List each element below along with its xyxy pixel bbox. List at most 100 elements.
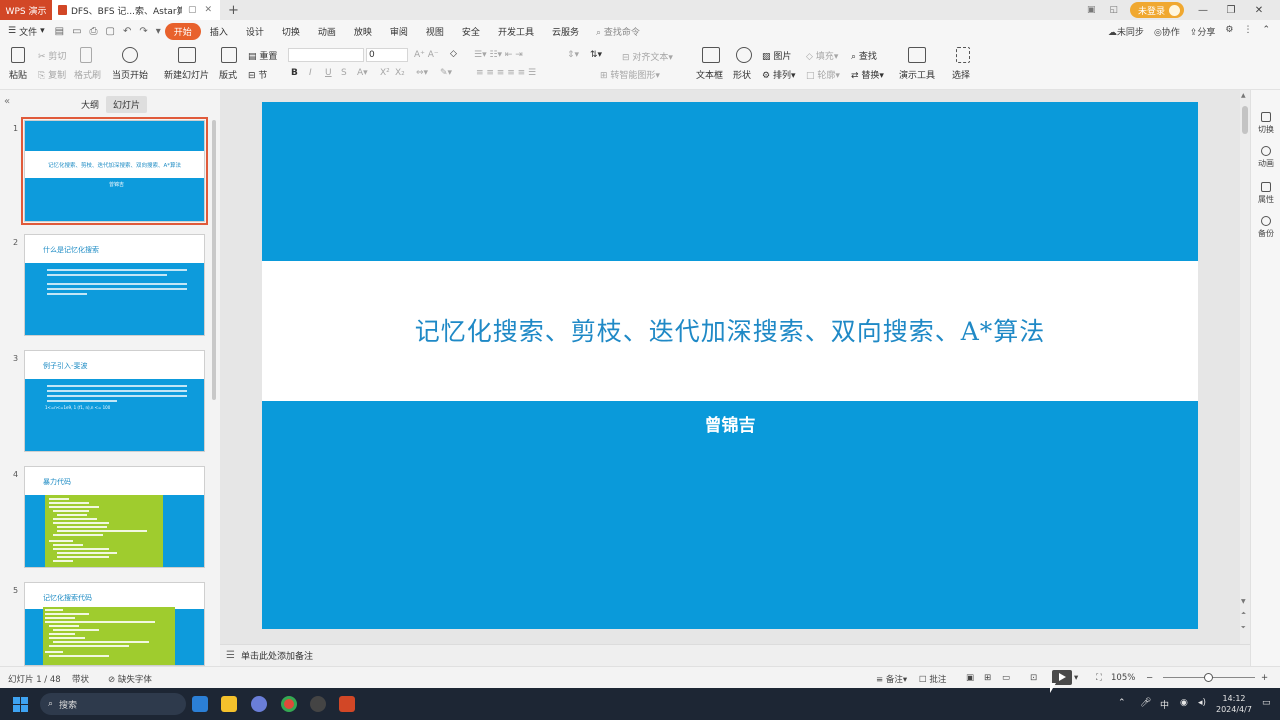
scroll-down-icon[interactable]: ▼ bbox=[1241, 598, 1246, 605]
reset-button[interactable]: ▤ 重置 bbox=[248, 49, 277, 62]
color-app-icon[interactable] bbox=[251, 696, 267, 712]
next-slide-icon[interactable]: ⏷ bbox=[1241, 624, 1246, 632]
text-direction-icon[interactable]: ⇅▾ bbox=[590, 50, 602, 60]
grow-font-icon[interactable]: A⁺ A⁻ bbox=[414, 50, 439, 60]
network-icon[interactable]: ◉ bbox=[1180, 698, 1188, 708]
to-smartart-button[interactable]: ⊞ 转智能图形▾ bbox=[600, 68, 660, 81]
align-buttons-icon[interactable]: ≡ ≡ ≡ ≡ ≡ ☰ bbox=[476, 68, 536, 78]
select-button[interactable]: 选择 bbox=[952, 68, 970, 81]
slide-thumbnail-1[interactable]: 记忆化搜索、剪枝、迭代加深搜索、双向搜索、A*算法 曾锦吉 bbox=[21, 117, 208, 225]
line-spacing-icon[interactable]: ⇕▾ bbox=[567, 50, 579, 60]
widgets-icon[interactable] bbox=[192, 696, 208, 712]
open-icon[interactable]: ▭ bbox=[72, 26, 81, 37]
textbox-button[interactable]: 文本框 bbox=[696, 68, 723, 81]
shape-icon[interactable] bbox=[736, 47, 752, 63]
select-icon[interactable] bbox=[956, 47, 970, 63]
scroll-up-icon[interactable]: ▲ bbox=[1241, 92, 1246, 99]
zoom-slider-knob[interactable] bbox=[1204, 673, 1213, 682]
align-text-button[interactable]: ⊟ 对齐文本▾ bbox=[622, 50, 673, 63]
font-color-icon[interactable]: A▾ bbox=[357, 68, 368, 78]
transition-pane-button[interactable]: 切换 bbox=[1251, 112, 1280, 135]
login-button[interactable]: 未登录 bbox=[1129, 2, 1184, 18]
microphone-icon[interactable]: 🎤︎ bbox=[1140, 698, 1151, 708]
slide-thumbnail-2[interactable]: 什么是记忆化搜索 bbox=[24, 234, 205, 336]
from-current-button[interactable]: 当页开始 bbox=[112, 68, 148, 81]
collapse-ribbon-icon[interactable]: ⌃ bbox=[1262, 25, 1270, 38]
protect-eye-icon[interactable]: ⊡ bbox=[1030, 673, 1037, 683]
shape-button[interactable]: 形状 bbox=[733, 68, 751, 81]
wps-presentation-icon[interactable] bbox=[339, 696, 355, 712]
font-size-select[interactable]: 0 bbox=[366, 48, 408, 62]
subscript-icon[interactable]: X₂ bbox=[395, 68, 405, 78]
clock[interactable]: 14:12 2024/4/7 bbox=[1216, 693, 1252, 715]
redo-icon[interactable]: ↷ bbox=[139, 26, 147, 37]
file-explorer-icon[interactable] bbox=[221, 696, 237, 712]
arrange-button[interactable]: ⚙ 排列▾ bbox=[762, 68, 795, 81]
tab-outline[interactable]: 大纲 bbox=[74, 96, 106, 113]
tab-window-icon[interactable]: ▢ bbox=[186, 5, 199, 15]
print-icon[interactable]: ⎙ bbox=[90, 26, 98, 37]
file-menu[interactable]: ☰ 文件 ▾ bbox=[8, 25, 45, 38]
zoom-out-icon[interactable]: − bbox=[1146, 673, 1153, 683]
restore-icon[interactable]: ❐ bbox=[1222, 5, 1240, 16]
clear-format-icon[interactable]: ◇ bbox=[450, 49, 457, 59]
fill-button[interactable]: ◇ 填充▾ bbox=[806, 49, 838, 62]
close-tab-icon[interactable]: ✕ bbox=[202, 5, 214, 15]
tab-animations[interactable]: 动画 bbox=[309, 25, 345, 38]
reading-view-icon[interactable]: ▭ bbox=[1002, 673, 1010, 683]
windows-start-icon[interactable] bbox=[13, 697, 28, 712]
thumbnail-scrollbar[interactable] bbox=[212, 120, 216, 400]
format-painter-button[interactable]: 格式刷 bbox=[74, 68, 101, 81]
more-icon[interactable]: ⋮ bbox=[1243, 25, 1252, 38]
strikethrough-icon[interactable]: S bbox=[341, 68, 347, 78]
replace-button[interactable]: ⇄ 替换▾ bbox=[851, 68, 884, 81]
cut-button[interactable]: ✂ 剪切 bbox=[38, 49, 66, 62]
zoom-in-icon[interactable]: + bbox=[1261, 673, 1268, 683]
scrollbar-thumb[interactable] bbox=[1242, 106, 1248, 134]
format-painter-icon[interactable] bbox=[80, 47, 92, 63]
layout-button[interactable]: 版式 bbox=[219, 68, 237, 81]
search-command[interactable]: ⌕ 查找命令 bbox=[596, 25, 640, 38]
tab-transitions[interactable]: 切换 bbox=[273, 25, 309, 38]
underline-icon[interactable]: U bbox=[325, 68, 332, 78]
obs-icon[interactable] bbox=[310, 696, 326, 712]
new-slide-button[interactable]: 新建幻灯片 bbox=[164, 68, 209, 81]
volume-icon[interactable]: ◂) bbox=[1198, 698, 1206, 708]
tab-home[interactable]: 开始 bbox=[164, 22, 201, 40]
presenter-tools-button[interactable]: 演示工具 bbox=[899, 68, 935, 81]
play-from-current-icon[interactable] bbox=[122, 47, 138, 63]
fit-window-icon[interactable]: ⛶ bbox=[1096, 673, 1102, 683]
settings-icon[interactable]: ⚙ bbox=[1225, 25, 1233, 38]
sync-button[interactable]: ☁未同步 bbox=[1108, 25, 1144, 38]
find-button[interactable]: ⌕ 查找 bbox=[851, 49, 877, 62]
current-slide[interactable]: 记忆化搜索、剪枝、迭代加深搜索、双向搜索、A*算法 曾锦吉 bbox=[262, 102, 1198, 629]
zoom-value[interactable]: 105% bbox=[1111, 673, 1135, 683]
close-window-icon[interactable]: ✕ bbox=[1250, 5, 1268, 16]
app-badge[interactable]: WPS 演示 bbox=[0, 0, 52, 20]
slide-title[interactable]: 记忆化搜索、剪枝、迭代加深搜索、双向搜索、A*算法 bbox=[262, 312, 1198, 348]
bold-icon[interactable]: B bbox=[291, 68, 298, 78]
slide-thumbnail-4[interactable]: 暴力代码 bbox=[24, 466, 205, 568]
superscript-icon[interactable]: X² bbox=[380, 68, 390, 78]
document-tab[interactable]: DFS、BFS 记...索、Astar算法 ▢ ✕ bbox=[52, 0, 220, 20]
new-slide-icon[interactable] bbox=[178, 47, 196, 63]
missing-font-button[interactable]: ⊘ 缺失字体 bbox=[108, 673, 152, 685]
tab-review[interactable]: 审阅 bbox=[381, 25, 417, 38]
italic-icon[interactable]: I bbox=[309, 68, 312, 78]
collapse-panel-icon[interactable]: « bbox=[4, 96, 10, 107]
ime-indicator[interactable]: 中 bbox=[1160, 698, 1169, 711]
slide-thumbnail-3[interactable]: 例子引入-斐波 1<=n<=1e9, 1 (f1, n),n <= 100 bbox=[24, 350, 205, 452]
notes-area[interactable]: ☰ 单击此处添加备注 bbox=[220, 644, 1250, 666]
outline-button[interactable]: □ 轮廓▾ bbox=[806, 68, 840, 81]
save-icon[interactable]: ▤ bbox=[55, 26, 64, 37]
textbox-icon[interactable] bbox=[702, 47, 720, 63]
bullets-icon[interactable]: ☰▾ ☷▾ ⇤ ⇥ bbox=[474, 50, 523, 60]
tab-security[interactable]: 安全 bbox=[453, 25, 489, 38]
undo-icon[interactable]: ↶ bbox=[123, 26, 131, 37]
tab-design[interactable]: 设计 bbox=[237, 25, 273, 38]
taskbar-search[interactable]: ⌕ 搜索 bbox=[40, 693, 186, 715]
backup-pane-button[interactable]: 备份 bbox=[1251, 216, 1280, 239]
canvas-scrollbar[interactable]: ▲ ▼ ⏶ ⏷ bbox=[1240, 90, 1250, 644]
normal-view-icon[interactable]: ▣ bbox=[966, 673, 974, 683]
collaborate-button[interactable]: ◎协作 bbox=[1154, 25, 1180, 38]
